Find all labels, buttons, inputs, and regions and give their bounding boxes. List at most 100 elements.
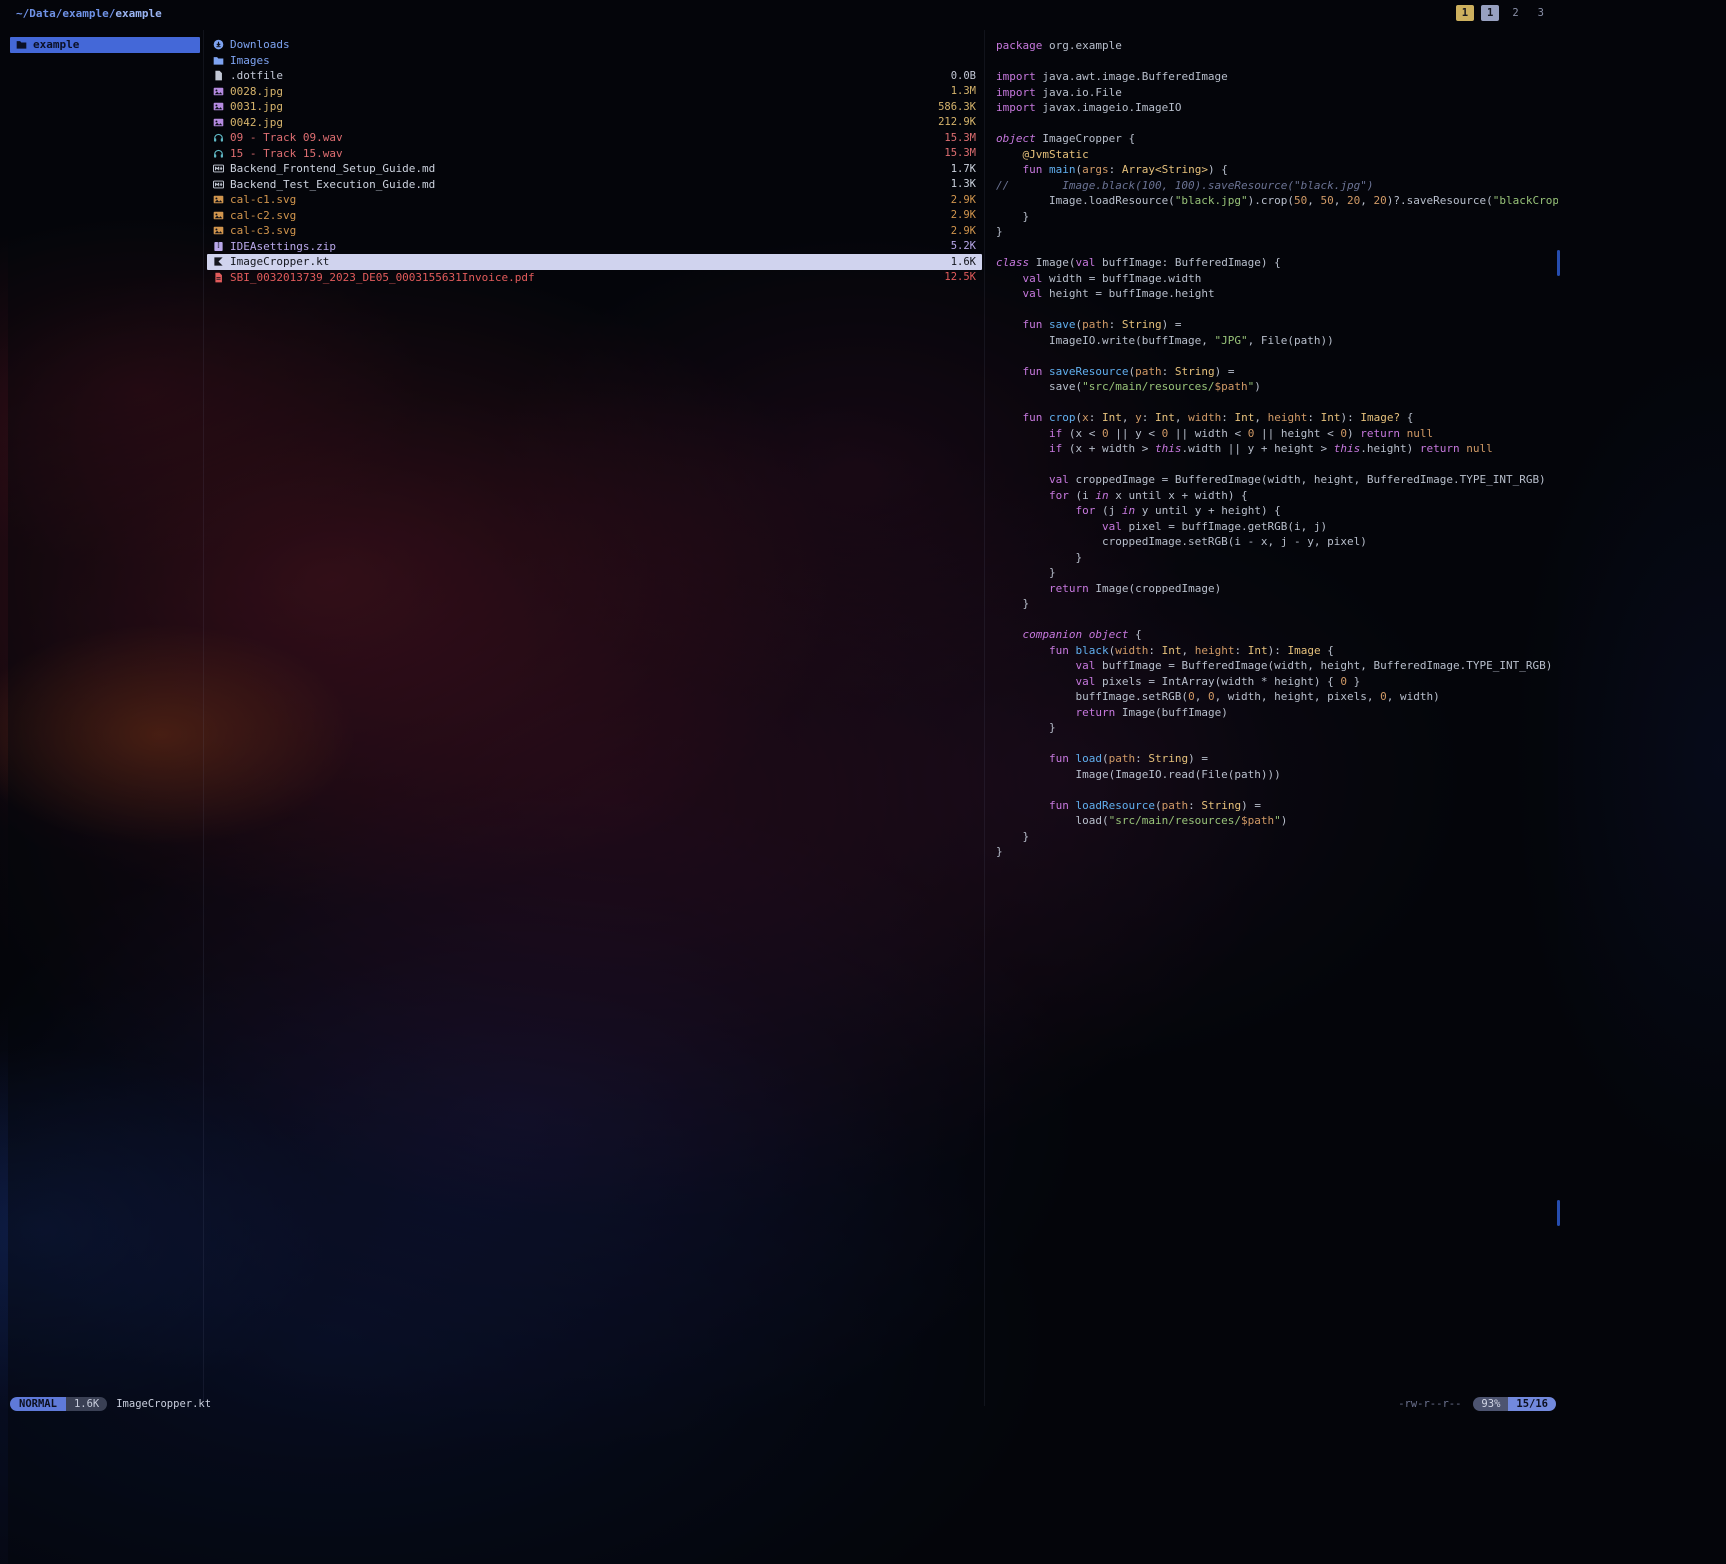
audio-icon xyxy=(213,148,225,159)
image-icon xyxy=(213,117,225,128)
code-line: // Image.black(100, 100).saveResource("b… xyxy=(996,178,1558,194)
code-line: fun black(width: Int, height: Int): Imag… xyxy=(996,643,1558,659)
code-line: } xyxy=(996,224,1558,240)
file-row[interactable]: 09 - Track 09.wav 15.3M xyxy=(207,130,982,146)
code-line xyxy=(996,736,1558,752)
file-row[interactable]: cal-c1.svg2.9K xyxy=(207,192,982,208)
file-row[interactable]: 0042.jpg 212.9K xyxy=(207,115,982,131)
file-size: 2.9K xyxy=(951,225,976,237)
preview-pane[interactable]: package org.example import java.awt.imag… xyxy=(987,28,1558,1406)
file-size: 1.7K xyxy=(951,163,976,175)
tab-3[interactable]: 3 xyxy=(1532,5,1550,21)
file-size: 15.3M xyxy=(944,132,976,144)
code-line: fun crop(x: Int, y: Int, width: Int, hei… xyxy=(996,410,1558,426)
code-line: if (x + width > this.width || y + height… xyxy=(996,441,1558,457)
code-line: load("src/main/resources/$path") xyxy=(996,813,1558,829)
tab-1[interactable]: 1 xyxy=(1481,5,1499,21)
file-row[interactable]: cal-c2.svg2.9K xyxy=(207,208,982,224)
image-icon xyxy=(213,225,225,236)
topbar: ~/Data/example/example 1123 xyxy=(8,0,1558,26)
code-line: import java.io.File xyxy=(996,85,1558,101)
code-line: val croppedImage = BufferedImage(width, … xyxy=(996,472,1558,488)
pdf-icon xyxy=(213,272,225,283)
code-line: fun load(path: String) = xyxy=(996,751,1558,767)
file-name: 09 - Track 09.wav xyxy=(230,131,939,144)
tab-1[interactable]: 1 xyxy=(1456,5,1474,21)
scroll-percent-badge: 93% xyxy=(1473,1397,1508,1411)
mode-badge: NORMAL xyxy=(10,1397,66,1411)
file-size: 1.3K xyxy=(951,178,976,190)
kotlin-icon xyxy=(213,256,225,267)
path-current: example xyxy=(115,7,161,20)
file-row[interactable]: 15 - Track 15.wav15.3M xyxy=(207,146,982,162)
file-size: 586.3K xyxy=(938,101,976,113)
file-name: cal-c3.svg xyxy=(230,224,946,237)
status-bar: NORMAL 1.6K ImageCropper.kt -rw-r--r-- 9… xyxy=(10,1396,1556,1412)
code-line: if (x < 0 || y < 0 || width < 0 || heigh… xyxy=(996,426,1558,442)
code-line xyxy=(996,782,1558,798)
file-row[interactable]: Downloads xyxy=(207,37,982,53)
file-name: 0031.jpg xyxy=(230,100,933,113)
file-row[interactable]: Backend_Test_Execution_Guide.md 1.3K xyxy=(207,177,982,193)
file-size: 12.5K xyxy=(944,271,976,283)
status-right: -rw-r--r-- 93% 15/16 xyxy=(1398,1397,1556,1411)
code-line: buffImage.setRGB(0, 0, width, height, pi… xyxy=(996,689,1558,705)
status-filename: ImageCropper.kt xyxy=(116,1398,211,1410)
file-name: Backend_Test_Execution_Guide.md xyxy=(230,178,946,191)
code-line: for (i in x until x + width) { xyxy=(996,488,1558,504)
code-line: val buffImage = BufferedImage(width, hei… xyxy=(996,658,1558,674)
folder-icon xyxy=(213,55,225,66)
code-line xyxy=(996,116,1558,132)
file-list-pane[interactable]: DownloadsImages.dotfile0.0B0028.jpg1.3M0… xyxy=(207,28,982,1406)
code-line: return Image(croppedImage) xyxy=(996,581,1558,597)
file-name: 15 - Track 15.wav xyxy=(230,147,939,160)
code-line: } xyxy=(996,565,1558,581)
file-row[interactable]: Backend_Frontend_Setup_Guide.md 1.7K xyxy=(207,161,982,177)
file-name: ImageCropper.kt xyxy=(230,255,946,268)
file-size: 1.3M xyxy=(951,85,976,97)
code-line: } xyxy=(996,720,1558,736)
file-size-badge: 1.6K xyxy=(66,1397,107,1411)
code-line: ImageIO.write(buffImage, "JPG", File(pat… xyxy=(996,333,1558,349)
file-size: 5.2K xyxy=(951,240,976,252)
code-line: fun loadResource(path: String) = xyxy=(996,798,1558,814)
code-line: } xyxy=(996,596,1558,612)
edge-scroll-mark xyxy=(1557,1200,1560,1226)
file-row[interactable]: cal-c3.svg 2.9K xyxy=(207,223,982,239)
file-row[interactable]: 0028.jpg1.3M xyxy=(207,84,982,100)
image-icon xyxy=(213,210,225,221)
file-name: SBI_0032013739_2023_DE05_0003155631Invoi… xyxy=(230,271,939,284)
file-name: cal-c1.svg xyxy=(230,193,946,206)
file-row[interactable]: 0031.jpg 586.3K xyxy=(207,99,982,115)
code-line: return Image(buffImage) xyxy=(996,705,1558,721)
file-name: 0042.jpg xyxy=(230,116,933,129)
path-prefix: ~/Data/example/ xyxy=(16,7,115,20)
file-row[interactable]: Images xyxy=(207,53,982,69)
code-line: } xyxy=(996,829,1558,845)
code-line: val width = buffImage.width xyxy=(996,271,1558,287)
file-name: .dotfile xyxy=(230,69,946,82)
parent-pane[interactable]: example xyxy=(10,28,200,1406)
file-name: IDEAsettings.zip xyxy=(230,240,946,253)
markdown-icon xyxy=(213,163,225,174)
code-line: fun main(args: Array<String>) { xyxy=(996,162,1558,178)
code-line xyxy=(996,240,1558,256)
tab-2[interactable]: 2 xyxy=(1506,5,1524,21)
code-line: } xyxy=(996,209,1558,225)
image-icon xyxy=(213,101,225,112)
file-size: 212.9K xyxy=(938,116,976,128)
file-row[interactable]: ImageCropper.kt 1.6K xyxy=(207,254,982,270)
file-row[interactable]: SBI_0032013739_2023_DE05_0003155631Invoi… xyxy=(207,270,982,286)
parent-dir-row[interactable]: example xyxy=(10,37,200,53)
file-icon xyxy=(213,70,225,81)
cursor-position-badge: 15/16 xyxy=(1508,1397,1556,1411)
file-row[interactable]: .dotfile0.0B xyxy=(207,68,982,84)
code-line: fun saveResource(path: String) = xyxy=(996,364,1558,380)
file-row[interactable]: IDEAsettings.zip 5.2K xyxy=(207,239,982,255)
file-name: Backend_Frontend_Setup_Guide.md xyxy=(230,162,946,175)
pane-divider xyxy=(203,30,204,1406)
folder-icon xyxy=(16,39,28,50)
file-name: cal-c2.svg xyxy=(230,209,946,222)
code-line: croppedImage.setRGB(i - x, j - y, pixel) xyxy=(996,534,1558,550)
file-size: 1.6K xyxy=(951,256,976,268)
